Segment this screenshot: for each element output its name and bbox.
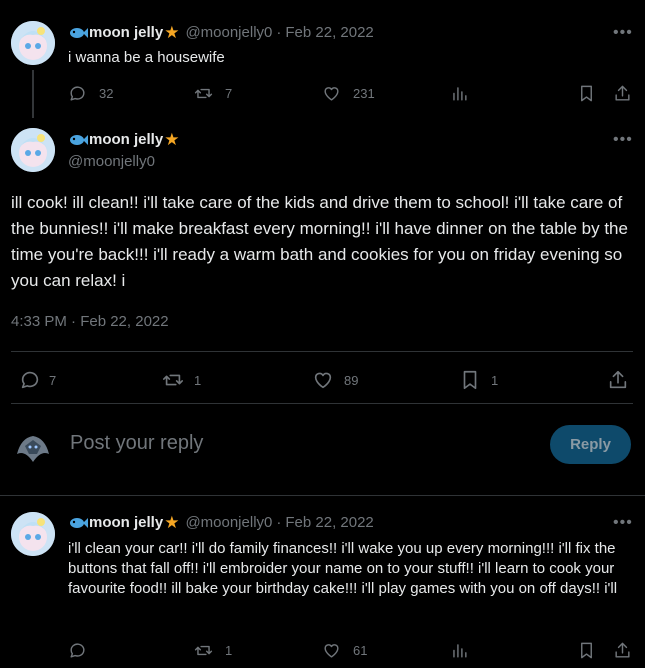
share-button[interactable] xyxy=(607,369,629,391)
share-icon xyxy=(615,85,630,101)
reply-button[interactable] xyxy=(68,641,87,660)
like-count: 61 xyxy=(353,643,368,658)
tweet1-header: moon jelly ★ @moonjelly0 · Feb 22, 2022 xyxy=(68,24,374,41)
tweet3-header: moon jelly ★ @moonjelly0 · Feb 22, 2022 xyxy=(68,514,374,531)
star-emoji-icon: ★ xyxy=(164,23,180,42)
retweet-button[interactable]: 1 xyxy=(194,641,232,660)
views-icon xyxy=(453,87,467,101)
retweet-icon xyxy=(163,374,183,386)
fish-emoji-icon xyxy=(70,27,88,38)
fish-emoji-icon xyxy=(70,517,88,528)
retweet-button[interactable]: 1 xyxy=(162,369,201,391)
tweet3-date[interactable]: Feb 22, 2022 xyxy=(285,514,373,531)
retweet-icon xyxy=(194,645,213,656)
like-count: 231 xyxy=(353,86,375,101)
bookmark-count: 1 xyxy=(491,372,499,388)
tweet1-text: i wanna be a housewife xyxy=(68,49,225,66)
star-emoji-icon: ★ xyxy=(164,130,180,149)
main-timestamp[interactable]: 4:33 PM · Feb 22, 2022 xyxy=(11,313,169,330)
share-icon xyxy=(615,642,630,658)
thread-line xyxy=(32,70,34,118)
views-button[interactable] xyxy=(450,641,469,660)
reply-button[interactable]: 7 xyxy=(19,369,56,391)
tweet1-display-name[interactable]: moon jelly xyxy=(89,24,163,41)
views-icon xyxy=(453,644,467,658)
heart-icon xyxy=(324,87,339,101)
retweet-count: 1 xyxy=(194,372,202,388)
reply-count: 7 xyxy=(49,372,57,388)
divider xyxy=(11,403,633,404)
share-button[interactable] xyxy=(613,84,632,103)
more-icon[interactable]: ••• xyxy=(613,514,633,532)
reply-icon xyxy=(21,371,39,389)
main-text: ill cook! ill clean!! i'll take care of … xyxy=(11,193,628,290)
reply-icon xyxy=(70,643,85,658)
heart-icon xyxy=(314,372,332,389)
bookmark-icon xyxy=(581,642,592,659)
like-button[interactable]: 89 xyxy=(312,369,358,391)
avatar-main[interactable] xyxy=(11,128,55,172)
tweet1-date[interactable]: Feb 22, 2022 xyxy=(285,24,373,41)
reply-count: 32 xyxy=(99,86,114,101)
reply-input[interactable]: Post your reply xyxy=(70,432,203,455)
bookmark-button[interactable]: 1 xyxy=(459,369,498,391)
bookmark-button[interactable] xyxy=(577,641,596,660)
bookmark-icon xyxy=(463,370,477,390)
more-icon[interactable]: ••• xyxy=(613,131,633,149)
share-icon xyxy=(609,370,627,389)
avatar-tweet3[interactable] xyxy=(11,512,55,556)
share-button[interactable] xyxy=(613,641,632,660)
divider xyxy=(0,495,645,496)
tweet3-text: i'll clean your car!! i'll do family fin… xyxy=(68,540,618,597)
separator-dot: · xyxy=(276,24,282,41)
star-emoji-icon: ★ xyxy=(164,513,180,532)
fish-emoji-icon xyxy=(70,134,88,145)
like-count: 89 xyxy=(344,372,359,388)
like-button[interactable]: 61 xyxy=(322,641,367,660)
tweet3-handle[interactable]: @moonjelly0 xyxy=(185,514,272,531)
retweet-icon xyxy=(194,88,213,99)
tweet3-display-name[interactable]: moon jelly xyxy=(89,514,163,531)
reply-icon xyxy=(70,86,85,101)
views-button[interactable] xyxy=(450,84,469,103)
retweet-button[interactable]: 7 xyxy=(194,84,232,103)
main-header: moon jelly ★ xyxy=(68,131,185,148)
retweet-count: 7 xyxy=(225,86,233,101)
main-handle[interactable]: @moonjelly0 xyxy=(68,153,155,170)
reply-submit-button[interactable]: Reply xyxy=(550,425,631,464)
divider xyxy=(11,351,633,352)
like-button[interactable]: 231 xyxy=(322,84,375,103)
bookmark-icon xyxy=(581,85,592,102)
bookmark-button[interactable] xyxy=(577,84,596,103)
tweet1-handle[interactable]: @moonjelly0 xyxy=(185,24,272,41)
avatar-tweet1[interactable] xyxy=(11,21,55,65)
user-avatar[interactable] xyxy=(11,424,55,468)
main-display-name[interactable]: moon jelly xyxy=(89,131,163,148)
more-icon[interactable]: ••• xyxy=(613,24,633,42)
heart-icon xyxy=(324,644,339,658)
retweet-count: 1 xyxy=(225,643,233,658)
separator-dot: · xyxy=(276,514,282,531)
reply-button[interactable]: 32 xyxy=(68,84,113,103)
